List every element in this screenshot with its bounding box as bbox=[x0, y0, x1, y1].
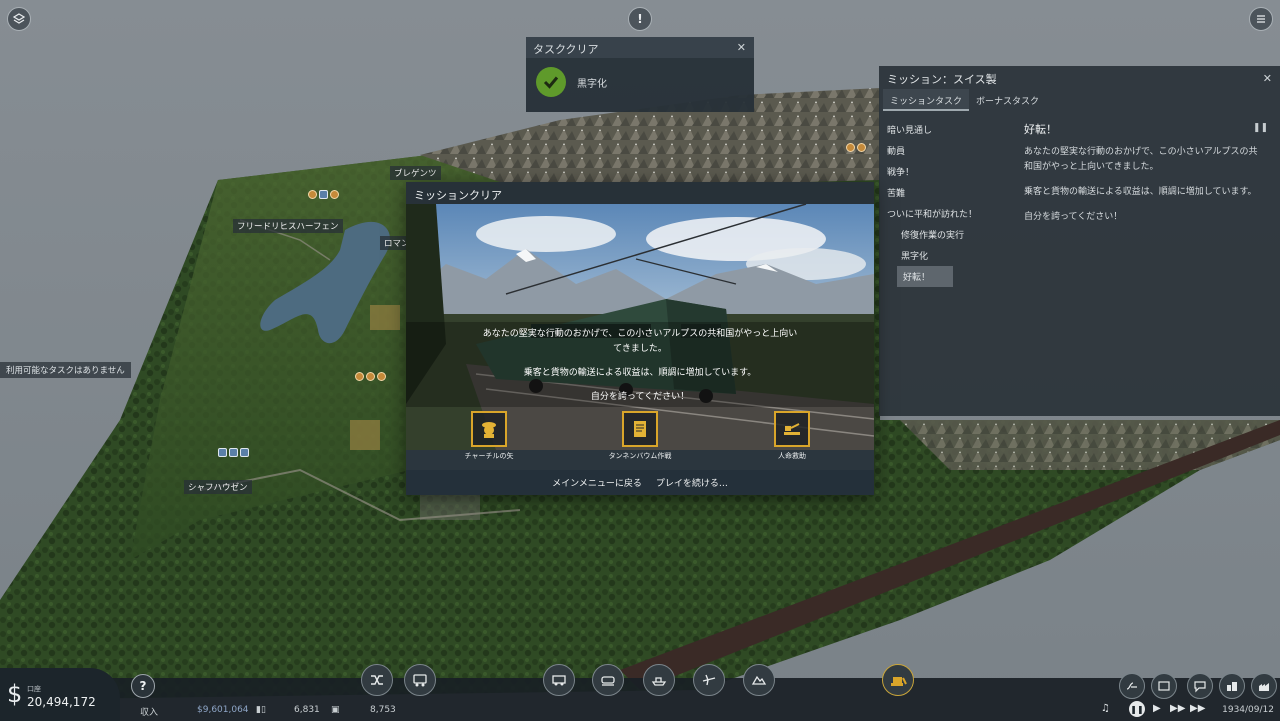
message-line: あなたの堅実な行動のおかげで、この小さいアルプスの共和国がやっと上向い bbox=[482, 329, 798, 339]
task-item[interactable]: 苦難 bbox=[883, 182, 1019, 203]
cargo-icon: ▣ bbox=[331, 705, 340, 715]
terrain-icon[interactable] bbox=[743, 664, 775, 696]
continue-button[interactable]: プレイを続ける… bbox=[656, 476, 728, 489]
message-line: 自分を誇ってください！ bbox=[590, 392, 690, 402]
industries-icon[interactable] bbox=[1251, 673, 1277, 699]
tab-bonus-tasks[interactable]: ボーナスタスク bbox=[969, 89, 1046, 111]
music-icon[interactable]: ♫ bbox=[1101, 703, 1110, 714]
passenger-count: 6,831 bbox=[294, 705, 320, 715]
reward-label: チャーチルの矢 bbox=[464, 452, 514, 460]
map-town-icons[interactable] bbox=[218, 448, 249, 457]
fast-forward-icon[interactable]: ▶▶ bbox=[1170, 703, 1185, 714]
airplane-icon[interactable] bbox=[693, 664, 725, 696]
close-icon[interactable]: ✕ bbox=[737, 41, 746, 54]
money-label: 口座 bbox=[27, 685, 41, 693]
churchill-icon bbox=[471, 411, 507, 447]
map-town-icons[interactable] bbox=[308, 190, 339, 199]
reward-churchill[interactable]: チャーチルの矢 bbox=[449, 411, 529, 461]
mission-panel: ミッション：スイス製 ✕ ミッションタスク ボーナスタスク 暗い見通し 動員 戦… bbox=[879, 66, 1280, 416]
ship-icon[interactable] bbox=[643, 664, 675, 696]
detail-text: 自分を誇ってください！ bbox=[1024, 212, 1123, 222]
tab-mission-tasks[interactable]: ミッションタスク bbox=[883, 89, 970, 111]
mission-panel-title: ミッション：スイス製 bbox=[887, 73, 997, 86]
popup-title: タスククリア bbox=[526, 37, 754, 58]
cities-icon[interactable] bbox=[1219, 673, 1245, 699]
mission-clear-dialog: ミッションクリア あなたの堅実な行動のおかげで、この小さいアルプスの共和国がやっ… bbox=[406, 182, 874, 495]
vehicle-manager-icon[interactable] bbox=[404, 664, 436, 696]
play-icon[interactable]: ▶ bbox=[1153, 703, 1161, 714]
reward-tannenbaum[interactable]: タンネンバウム作戦 bbox=[600, 411, 680, 461]
bottom-bar bbox=[0, 678, 1280, 721]
detail-text: あなたの堅実な行動のおかげで、この小さいアルプスの共和国がやっと上向いてきました… bbox=[1024, 147, 1258, 172]
task-item[interactable]: 暗い見通し bbox=[883, 119, 1019, 140]
dialog-title: ミッションクリア bbox=[406, 182, 874, 204]
lines-icon[interactable] bbox=[1151, 673, 1177, 699]
map-town-icons[interactable] bbox=[355, 372, 386, 381]
task-list: 暗い見通し 動員 戦争！ 苦難 ついに平和が訪れた！ 修復作業の実行 黒字化 好… bbox=[883, 119, 1019, 287]
task-item[interactable]: 黒字化 bbox=[883, 245, 1019, 266]
pause-icon[interactable]: ❚❚ bbox=[1129, 701, 1145, 717]
train-icon[interactable] bbox=[592, 664, 624, 696]
document-icon bbox=[622, 411, 658, 447]
task-item[interactable]: 戦争！ bbox=[883, 161, 1019, 182]
message-line: てきました。 bbox=[613, 344, 667, 354]
task-item[interactable]: 動員 bbox=[883, 140, 1019, 161]
no-tasks-message: 利用可能なタスクはありません bbox=[0, 362, 131, 378]
alert-icon[interactable]: ! bbox=[628, 7, 652, 31]
task-item[interactable]: 修復作業の実行 bbox=[883, 224, 1019, 245]
task-item-selected[interactable]: 好転！ bbox=[897, 266, 953, 287]
close-icon[interactable]: ✕ bbox=[1263, 72, 1272, 85]
income-value: $9,601,064 bbox=[197, 705, 249, 715]
income-label: 収入 bbox=[140, 708, 159, 718]
detail-title: 好転！ bbox=[1024, 123, 1057, 136]
passenger-icon: ▮▯ bbox=[256, 705, 266, 715]
money-value: 20,494,172 bbox=[27, 695, 96, 709]
reward-rescue[interactable]: 人命救助 bbox=[752, 411, 832, 461]
task-cleared-popup: タスククリア ✕ 黒字化 bbox=[526, 37, 754, 112]
main-menu-button[interactable]: メインメニューに戻る bbox=[552, 476, 642, 489]
messages-icon[interactable] bbox=[1187, 673, 1213, 699]
rescue-icon bbox=[774, 411, 810, 447]
map-town-label[interactable]: フリードリヒスハーフェン bbox=[233, 219, 343, 233]
help-icon[interactable]: ? bbox=[131, 674, 155, 698]
check-icon bbox=[536, 67, 566, 97]
menu-icon[interactable] bbox=[1249, 7, 1273, 31]
layers-icon[interactable] bbox=[7, 7, 31, 31]
cleared-task-name: 黒字化 bbox=[577, 78, 607, 90]
reward-label: 人命救助 bbox=[778, 452, 806, 460]
bulldozer-icon[interactable] bbox=[882, 664, 914, 696]
map-town-icons[interactable] bbox=[846, 143, 866, 152]
message-line: 乗客と貨物の輸送による収益は、順調に増加しています。 bbox=[523, 368, 757, 378]
map-town-label[interactable]: ブレゲンツ bbox=[390, 166, 441, 180]
dollar-icon: $ bbox=[7, 680, 23, 708]
game-date: 1934/09/12 bbox=[1222, 705, 1274, 715]
reward-label: タンネンバウム作戦 bbox=[608, 452, 672, 460]
road-vehicle-icon[interactable] bbox=[543, 664, 575, 696]
fastest-forward-icon[interactable]: ▶▶ bbox=[1190, 703, 1205, 714]
map-town-label[interactable]: シャフハウゼン bbox=[184, 480, 252, 494]
finance-icon[interactable] bbox=[1119, 673, 1145, 699]
detail-text: 乗客と貨物の輸送による収益は、順調に増加しています。 bbox=[1024, 187, 1257, 197]
task-detail: 好転！ あなたの堅実な行動のおかげで、この小さいアルプスの共和国がやっと上向いて… bbox=[1024, 121, 1264, 235]
cargo-count: 8,753 bbox=[370, 705, 396, 715]
money-display: $ 口座 20,494,172 bbox=[0, 668, 120, 721]
task-item[interactable]: ついに平和が訪れた！ bbox=[883, 203, 1019, 224]
mission-message: あなたの堅実な行動のおかげで、この小さいアルプスの共和国がやっと上向い てきました… bbox=[406, 327, 874, 414]
shuffle-icon[interactable] bbox=[361, 664, 393, 696]
